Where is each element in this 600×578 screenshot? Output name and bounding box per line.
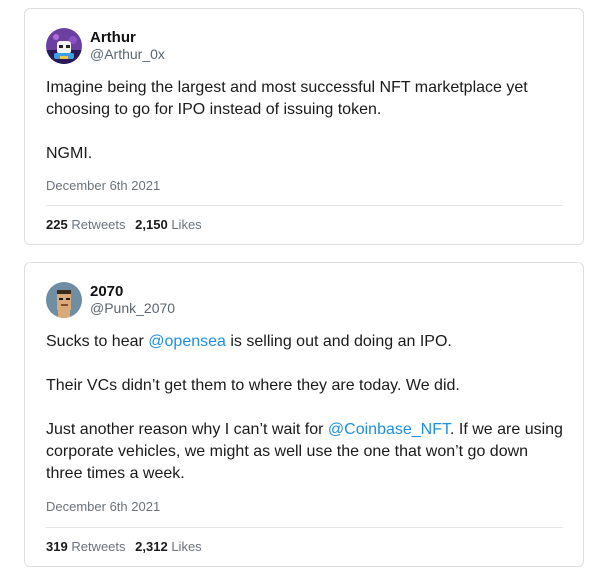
tweet-text: Imagine being the largest and most succe… [46, 77, 563, 165]
mention-link[interactable]: @Coinbase_NFT [328, 421, 450, 438]
likes-label: Likes [171, 217, 202, 232]
mention-link[interactable]: @opensea [148, 333, 226, 350]
tweet-date[interactable]: December 6th 2021 [46, 499, 160, 514]
retweets-count: 319 [46, 539, 68, 554]
likes-stat[interactable]: 2,312 Likes [135, 539, 202, 554]
tweet-date[interactable]: December 6th 2021 [46, 178, 160, 193]
author-handle[interactable]: @Arthur_0x [90, 46, 165, 63]
likes-label: Likes [171, 539, 202, 554]
author-name[interactable]: Arthur [90, 29, 165, 46]
author-handle[interactable]: @Punk_2070 [90, 300, 175, 317]
tweet-paragraph: Their VCs didn’t get them to where they … [46, 377, 460, 394]
tweet-paragraph: Imagine being the largest and most succe… [46, 79, 528, 118]
tweet-stats: 225 Retweets 2,150 Likes [46, 217, 208, 232]
avatar[interactable] [46, 282, 82, 318]
text-segment: is selling out and doing an IPO. [225, 333, 452, 350]
tweet-author[interactable]: Arthur @Arthur_0x [46, 28, 165, 64]
text-segment: Just another reason why I can’t wait for [46, 421, 328, 438]
divider [46, 205, 563, 206]
tweet-author[interactable]: 2070 @Punk_2070 [46, 282, 175, 318]
tweet-text: Sucks to hear @opensea is selling out an… [46, 331, 563, 485]
retweets-stat[interactable]: 225 Retweets [46, 217, 126, 232]
likes-count: 2,150 [135, 217, 168, 232]
tweet-stats: 319 Retweets 2,312 Likes [46, 539, 208, 554]
tweet-card: 2070 @Punk_2070 Sucks to hear @opensea i… [24, 262, 584, 567]
retweets-stat[interactable]: 319 Retweets [46, 539, 126, 554]
likes-stat[interactable]: 2,150 Likes [135, 217, 202, 232]
tweet-paragraph: Just another reason why I can’t wait for… [46, 419, 563, 485]
tweet-card: Arthur @Arthur_0x Imagine being the larg… [24, 8, 584, 245]
retweets-label: Retweets [71, 217, 126, 232]
retweets-count: 225 [46, 217, 68, 232]
divider [46, 527, 563, 528]
tweet-paragraph: Sucks to hear @opensea is selling out an… [46, 331, 563, 353]
tweet-paragraph: NGMI. [46, 145, 93, 162]
retweets-label: Retweets [71, 539, 126, 554]
avatar[interactable] [46, 28, 82, 64]
text-segment: Sucks to hear [46, 333, 149, 350]
likes-count: 2,312 [135, 539, 168, 554]
author-name[interactable]: 2070 [90, 283, 175, 300]
